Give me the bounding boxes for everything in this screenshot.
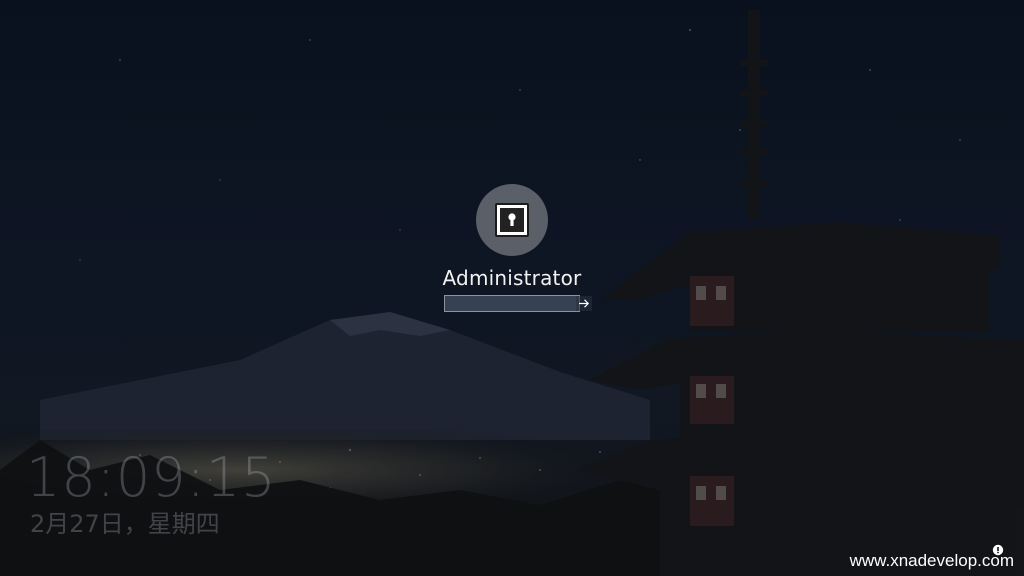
submit-button[interactable] — [576, 296, 592, 311]
keyhole-lock-icon — [495, 203, 529, 237]
login-panel: Administrator — [432, 184, 592, 312]
lockscreen-time: 18:09:15 — [26, 446, 277, 509]
arrow-right-icon — [579, 299, 590, 308]
lock-screen: Administrator 18:09:15 2月27日，星期四 www.xna… — [0, 0, 1024, 576]
watermark-text: www.xnadevelop.com — [849, 551, 1014, 570]
password-row — [444, 295, 592, 312]
password-input[interactable] — [445, 296, 576, 311]
network-status-icon[interactable] — [992, 544, 1004, 556]
username-label: Administrator — [442, 266, 582, 290]
user-avatar — [476, 184, 548, 256]
lockscreen-date: 2月27日，星期四 — [30, 510, 220, 538]
